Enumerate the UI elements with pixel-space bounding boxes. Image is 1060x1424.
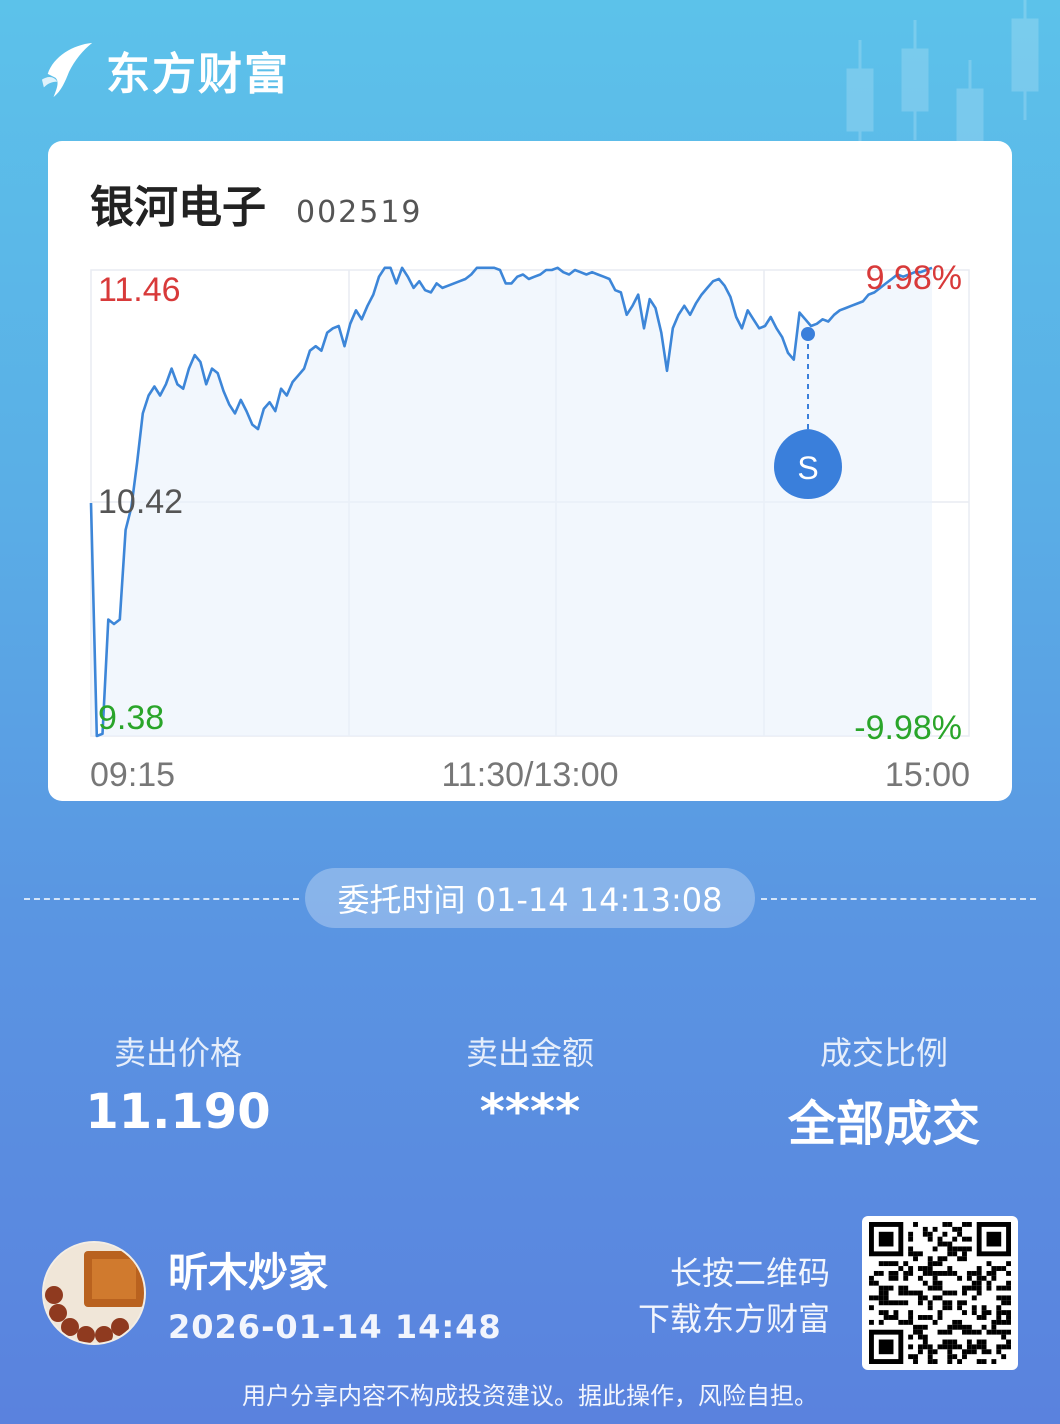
trade-stats: 卖出价格 11.190 卖出金额 **** 成交比例 全部成交 xyxy=(0,1028,1060,1152)
qr-code[interactable] xyxy=(862,1216,1018,1370)
sell-marker-label: S xyxy=(797,450,818,486)
qr-hint-line2: 下载东方财富 xyxy=(637,1300,830,1338)
x-label-mid: 11:30/13:00 xyxy=(441,756,618,794)
eastmoney-logo-icon xyxy=(41,42,93,98)
order-time-pill: 委托时间 01-14 14:13:08 xyxy=(305,868,755,928)
stat-value: 11.190 xyxy=(85,1084,271,1140)
user-name: 昕木炒家 xyxy=(168,1250,328,1296)
y-label-mid: 10.42 xyxy=(98,483,183,521)
sell-marker-point xyxy=(801,327,815,341)
y-label-high: 11.46 xyxy=(98,271,181,309)
qr-code-icon xyxy=(869,1222,1011,1364)
stat-sell-amount: 卖出金额 **** xyxy=(380,1028,680,1140)
stat-value: **** xyxy=(479,1084,581,1140)
stat-value: 全部成交 xyxy=(787,1096,980,1152)
x-label-end: 15:00 xyxy=(885,756,970,794)
brand-header: 东方财富 xyxy=(40,38,290,102)
intraday-price-chart: 11.46 10.42 9.38 9.98% -9.98% 09:15 11:3… xyxy=(89,259,970,794)
order-time-divider: 委托时间 01-14 14:13:08 xyxy=(24,868,1036,930)
divider-dash-left xyxy=(24,898,299,900)
qr-hint: 长按二维码 下载东方财富 xyxy=(620,1250,830,1342)
avatar-image xyxy=(44,1243,144,1343)
stock-chart-card: 银河电子 002519 11.46 10.42 9.38 9.98% -9.98… xyxy=(48,141,1012,801)
qr-hint-line1: 长按二维码 xyxy=(669,1254,830,1292)
disclaimer: 用户分享内容不构成投资建议。据此操作，风险自担。 xyxy=(242,1382,818,1410)
stat-fill-ratio: 成交比例 全部成交 xyxy=(734,1028,1034,1154)
share-timestamp: 2026-01-14 14:48 xyxy=(168,1308,502,1346)
user-avatar[interactable] xyxy=(42,1241,146,1345)
stat-sell-price: 卖出价格 11.190 xyxy=(28,1028,328,1140)
stat-label: 成交比例 xyxy=(819,1034,948,1072)
x-label-start: 09:15 xyxy=(90,756,175,794)
user-profile[interactable]: 昕木炒家 2026-01-14 14:48 xyxy=(42,1240,502,1346)
brand-name: 东方财富 xyxy=(106,49,290,100)
y-label-low: 9.38 xyxy=(98,699,164,737)
pct-label-low: -9.98% xyxy=(854,709,962,747)
divider-dash-right xyxy=(761,898,1036,900)
stat-label: 卖出金额 xyxy=(465,1034,594,1072)
stat-label: 卖出价格 xyxy=(113,1034,242,1072)
pct-label-high: 9.98% xyxy=(866,259,962,297)
